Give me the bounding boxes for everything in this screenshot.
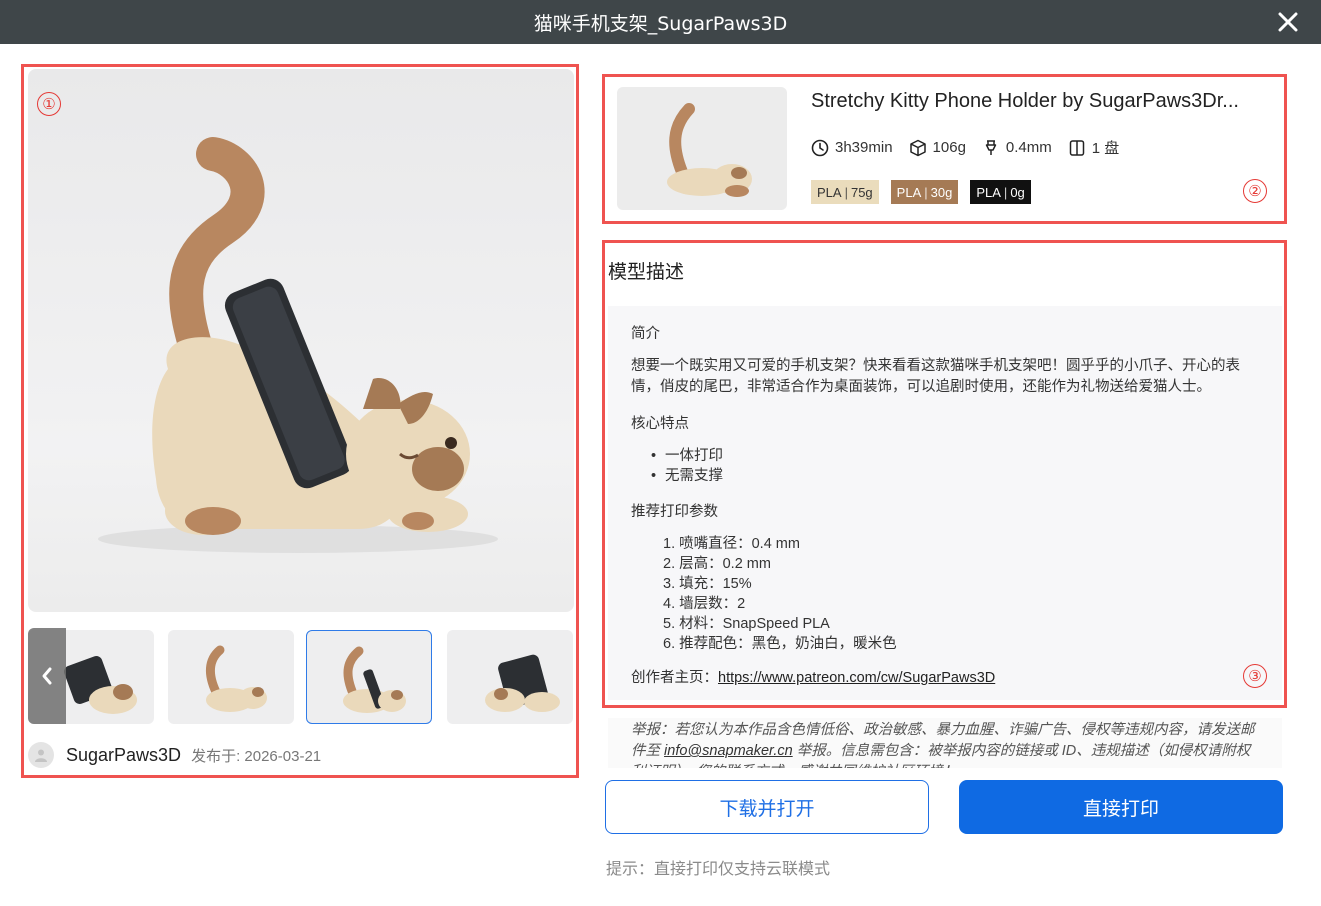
cube-icon [909,139,926,156]
filament-list: PLA | 75g PLA | 30g PLA | 0g [811,180,1043,204]
stat-plates-value: 1 盘 [1091,140,1120,157]
list-item: 5. 材料：SnapSpeed PLA [663,616,830,632]
print-hint: 提示：直接打印仅支持云联模式 [606,861,831,878]
list-item: 无需支撑 [651,466,1258,486]
author-info: SugarPaws3D 发布于: 2026-03-21 [28,740,321,770]
list-item: 3. 填充：15% [663,576,752,592]
download-and-open-button[interactable]: 下载并打开 [605,780,929,834]
plate-icon [1069,139,1085,156]
gallery-prev-button[interactable] [28,628,66,724]
list-item: 一体打印 [651,446,1258,466]
marker-3: ③ [1243,664,1267,688]
user-icon [35,749,47,762]
publish-date: 发布于: 2026-03-21 [191,747,322,765]
stat-print-time: 3h39min [811,139,893,157]
marker-1: ① [37,92,61,116]
filament-chip-2: PLA | 30g [890,180,959,204]
creator-label: 创作者主页： [631,670,718,686]
stat-nozzle-value: 0.4mm [1005,139,1052,156]
main-image [28,69,574,612]
avatar[interactable] [28,742,54,768]
list-item: 1. 喷嘴直径：0.4 mm [663,536,800,552]
list-item: 2. 层高：0.2 mm [663,556,771,572]
thumbnail-2[interactable] [168,630,294,724]
stat-print-time-value: 3h39min [835,139,893,156]
author-name[interactable]: SugarPaws3D [66,745,181,766]
close-button[interactable] [1273,7,1303,37]
chevron-left-icon [42,667,52,685]
model-title: Stretchy Kitty Phone Holder by SugarPaws… [811,90,1239,112]
cat-phone-holder-image [98,137,498,553]
direct-print-button[interactable]: 直接打印 [959,780,1283,834]
report-email-link[interactable]: info@snapmaker.cn [664,743,793,759]
stat-weight-value: 106g [932,139,966,156]
intro-text: 想要一个既实用又可爱的手机支架？快来看看这款猫咪手机支架吧！圆乎乎的小爪子、开心… [631,358,1240,395]
nozzle-icon [985,139,997,155]
model-cover-image [617,87,787,210]
window-title: 猫咪手机支架_SugarPaws3D [533,12,788,35]
report-notice: 举报：若您认为本作品含色情低俗、政治敏感、暴力血腥、诈骗广告、侵权等违规内容，请… [608,718,1282,768]
close-icon [1278,12,1298,32]
intro-title: 简介 [631,326,660,342]
stat-weight: 106g [909,139,966,157]
creator-line: 创作者主页：https://www.patreon.com/cw/SugarPa… [631,666,1258,687]
stat-plates: 1 盘 [1068,137,1120,158]
title-bar: 猫咪手机支架_SugarPaws3D [0,0,1321,44]
list-item: 4. 墙层数：2 [663,596,746,612]
thumbnail-4[interactable] [447,630,573,724]
creator-link[interactable]: https://www.patreon.com/cw/SugarPaws3D [718,670,995,686]
filament-chip-1: PLA | 75g [811,180,879,204]
params-title: 推荐打印参数 [631,504,718,520]
thumbnail-strip [28,628,574,724]
description-heading: 模型描述 [608,262,685,283]
params-list: 1. 喷嘴直径：0.4 mm 2. 层高：0.2 mm 3. 填充：15% 4.… [631,534,1258,654]
description-body: 简介 想要一个既实用又可爱的手机支架？快来看看这款猫咪手机支架吧！圆乎乎的小爪子… [608,306,1282,700]
features-title: 核心特点 [631,416,689,432]
features-list: 一体打印 无需支撑 [631,446,1258,486]
model-stats: 3h39min 106g 0.4mm 1 盘 [811,137,1135,158]
marker-2: ② [1243,179,1267,203]
clock-icon [811,139,829,156]
list-item: 6. 推荐配色：黑色，奶油白，暖米色 [663,636,897,652]
stat-nozzle: 0.4mm [982,139,1052,157]
thumbnail-3[interactable] [306,630,432,724]
filament-chip-3: PLA | 0g [970,180,1031,204]
